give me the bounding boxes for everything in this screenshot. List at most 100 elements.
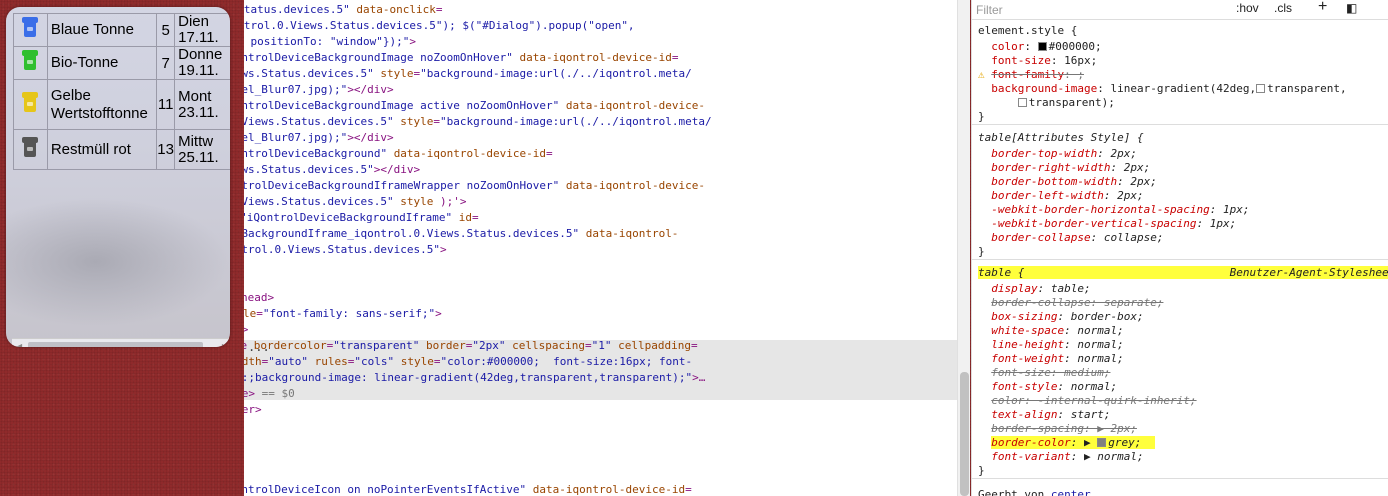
dom-tree-line[interactable]: ▼<center>: [244, 322, 248, 338]
table-row: Bio-Tonne 7 Donne 19.11.: [13, 46, 230, 80]
css-rule-line[interactable]: font-size: 16px;: [978, 54, 1097, 68]
dom-tree-line[interactable]: <div class="iQontrolDeviceBackgroundImag…: [244, 50, 678, 66]
tile-background-blur: [6, 197, 230, 327]
dom-tree-line[interactable]: "iqontrol.0.Views.Status.devices.5"></di…: [244, 162, 420, 178]
table-row: Restmüll rot 13 Mittw 25.11.: [13, 129, 230, 170]
dom-tree-line[interactable]: "iqontrol.0.Views.Status.devices.5" styl…: [244, 66, 692, 82]
css-rule-line[interactable]: }: [978, 110, 985, 124]
dom-tree-line[interactable]: ▶<table bordercolor="transparent" border…: [244, 338, 698, 354]
devtools-elements-panel[interactable]: ... "iqontrol.0.Views.Status.devices.5" …: [244, 0, 957, 496]
bin-name: Restmüll rot: [46, 129, 158, 170]
dom-tree-line[interactable]: device-id="iqontrol.0.Views.Status.devic…: [244, 242, 447, 258]
css-rule-line[interactable]: display: table;: [978, 282, 1090, 296]
css-rule-line[interactable]: color: #000000;: [978, 40, 1101, 54]
css-rule-line[interactable]: font-size: medium;: [978, 366, 1110, 380]
waste-schedule-table: Blaue Tonne 5 Dien 17.11. Bio-Tonne 7 Do…: [13, 13, 230, 170]
dom-tree-line[interactable]: </center>: [244, 402, 262, 418]
dom-tree-line[interactable]: "iQontrolDeviceBackgroundIframe_iqontrol…: [244, 226, 678, 242]
css-rule-line[interactable]: line-height: normal;: [978, 338, 1123, 352]
scroll-right-arrow-icon[interactable]: ▶: [222, 342, 228, 347]
scrollbar-thumb[interactable]: [960, 372, 969, 496]
css-rule-line[interactable]: table { Benutzer-Agent-Stylesheet: [978, 266, 1388, 280]
css-rule-line[interactable]: border-bottom-width: 2px;: [978, 175, 1157, 189]
dom-tree-line[interactable]: {transition: "pop", positionTo: "window"…: [244, 34, 416, 50]
rule-separator: [972, 478, 1388, 479]
dom-tree-line[interactable]: "iqontrol.0.Views.Status.devices.5" data…: [244, 2, 443, 18]
dom-tree-line[interactable]: <div class="iQontrolDeviceBackground" da…: [244, 146, 553, 162]
tile-horizontal-scrollbar[interactable]: ◀ ▶: [12, 338, 230, 347]
toggle-sidebar-icon[interactable]: ◧: [1346, 1, 1357, 15]
rule-separator: [972, 259, 1388, 260]
dom-tree-line[interactable]: family:;background-image: linear-gradien…: [244, 370, 705, 386]
dom-tree-line[interactable]: <head></head>: [244, 290, 274, 306]
css-rule-line[interactable]: Geerbt von center: [978, 488, 1091, 496]
devtools-styles-panel[interactable]: :hov .cls + ◧ element.style { color: #00…: [971, 0, 1388, 496]
pickup-date: Dien 17.11.: [174, 13, 230, 47]
css-rule-line[interactable]: border-top-width: 2px;: [978, 147, 1137, 161]
bin-name: Bio-Tonne: [46, 46, 158, 80]
days-count: 13: [156, 129, 176, 170]
dom-tree-line[interactable]: "renderDialog("iqontrol.0.Views.Status.d…: [244, 18, 635, 34]
scrollbar-thumb[interactable]: [28, 342, 203, 347]
dom-tree-line[interactable]: <div class="iQontrolDeviceBackgroundImag…: [244, 98, 705, 114]
css-rule-line[interactable]: }: [978, 245, 985, 259]
css-rule-line[interactable]: font-weight: normal;: [978, 352, 1123, 366]
bin-icon-cell: [13, 13, 48, 47]
pickup-weekday: Mont: [178, 87, 212, 105]
css-rule-line[interactable]: white-space: normal;: [978, 324, 1123, 338]
styles-filter-input[interactable]: [976, 1, 1226, 18]
waste-calendar-tile[interactable]: Blaue Tonne 5 Dien 17.11. Bio-Tonne 7 Do…: [6, 7, 230, 347]
css-rule-line[interactable]: border-left-width: 2px;: [978, 189, 1143, 203]
bin-icon-cell: [13, 46, 48, 80]
pickup-day: 19.11.: [178, 62, 219, 79]
green-bin-icon: [22, 50, 39, 72]
css-rule-line[interactable]: }: [978, 464, 985, 478]
dom-tree-line[interactable]: userimages/Kachel_Blur07.jpg);"></div>: [244, 130, 394, 146]
css-rule-line[interactable]: border-collapse: separate;: [978, 296, 1163, 310]
css-rule-line[interactable]: font-style: normal;: [978, 380, 1117, 394]
dom-tree-line[interactable]: id="iqontrol.0.Views.Status.devices.5" s…: [244, 114, 712, 130]
dom-tree-line[interactable]: userimages/Kachel_Blur07.jpg);"></div>: [244, 82, 394, 98]
css-rule-line[interactable]: box-sizing: border-box;: [978, 310, 1143, 324]
css-rule-line[interactable]: border-spacing: ▶ 2px;: [978, 422, 1137, 436]
scroll-left-arrow-icon[interactable]: ◀: [16, 342, 22, 347]
css-rule-line[interactable]: border-collapse: collapse;: [978, 231, 1163, 245]
pickup-date: Mont 23.11.: [174, 79, 230, 130]
pickup-day: 23.11.: [178, 103, 219, 121]
add-rule-button[interactable]: +: [1318, 0, 1327, 16]
days-count: 11: [156, 79, 176, 130]
dom-tree-line[interactable]: <img class="iQontrolDeviceIcon on noPoin…: [244, 482, 692, 496]
table-row: Blaue Tonne 5 Dien 17.11.: [13, 13, 230, 47]
bin-name: Gelbe Wertstofftonne: [46, 79, 158, 130]
cls-button[interactable]: .cls: [1274, 1, 1292, 15]
css-rule-line[interactable]: border-right-width: 2px;: [978, 161, 1150, 175]
dom-tree-line[interactable]: ▼<body style="font-family: sans-serif;">: [244, 306, 442, 322]
dom-tree-line[interactable]: "1" width="auto" rules="cols" style="col…: [244, 354, 692, 370]
elements-vertical-scrollbar[interactable]: [957, 0, 970, 496]
css-rule-line[interactable]: font-variant: ▶ normal;: [978, 450, 1143, 464]
hov-button[interactable]: :hov: [1236, 1, 1259, 15]
css-rule-line[interactable]: -webkit-border-vertical-spacing: 1px;: [978, 217, 1236, 231]
css-rule-line[interactable]: element.style {: [978, 24, 1077, 38]
dom-tree-line[interactable]: </table> == $0: [244, 386, 295, 402]
css-rule-line[interactable]: ⚠ font-family: ;: [978, 68, 1084, 82]
bin-name: Blaue Tonne: [46, 13, 158, 47]
css-rule-line[interactable]: color: -internal-quirk-inherit;: [978, 394, 1196, 408]
rule-separator: [972, 124, 1388, 125]
bin-icon-cell: [13, 79, 48, 130]
css-rule-line[interactable]: text-align: start;: [978, 408, 1110, 422]
css-rule-line[interactable]: table[Attributes Style] {: [978, 131, 1144, 145]
bin-icon-cell: [13, 129, 48, 170]
dom-tree-line[interactable]: id="iqontrol.0.Views.Status.devices.5" s…: [244, 194, 467, 210]
pickup-weekday: Mittw: [178, 132, 214, 150]
pickup-day: 25.11.: [178, 148, 219, 166]
css-rule-line[interactable]: transparent);: [978, 96, 1115, 110]
css-rule-line[interactable]: background-image: linear-gradient(42deg,…: [978, 82, 1346, 96]
css-rule-line[interactable]: border-color: ▶ grey;: [978, 436, 1155, 450]
gray-bin-icon: [22, 136, 39, 159]
dom-tree-line[interactable]: ▼<div class="iQontrolDeviceBackgroundIfr…: [244, 178, 705, 194]
css-rule-line[interactable]: -webkit-border-horizontal-spacing: 1px;: [978, 203, 1249, 217]
dom-tree-line[interactable]: ▼<iframe class="iQontrolDeviceBackground…: [244, 210, 479, 226]
yellow-bin-icon: [22, 91, 39, 114]
blue-bin-icon: [22, 17, 39, 39]
